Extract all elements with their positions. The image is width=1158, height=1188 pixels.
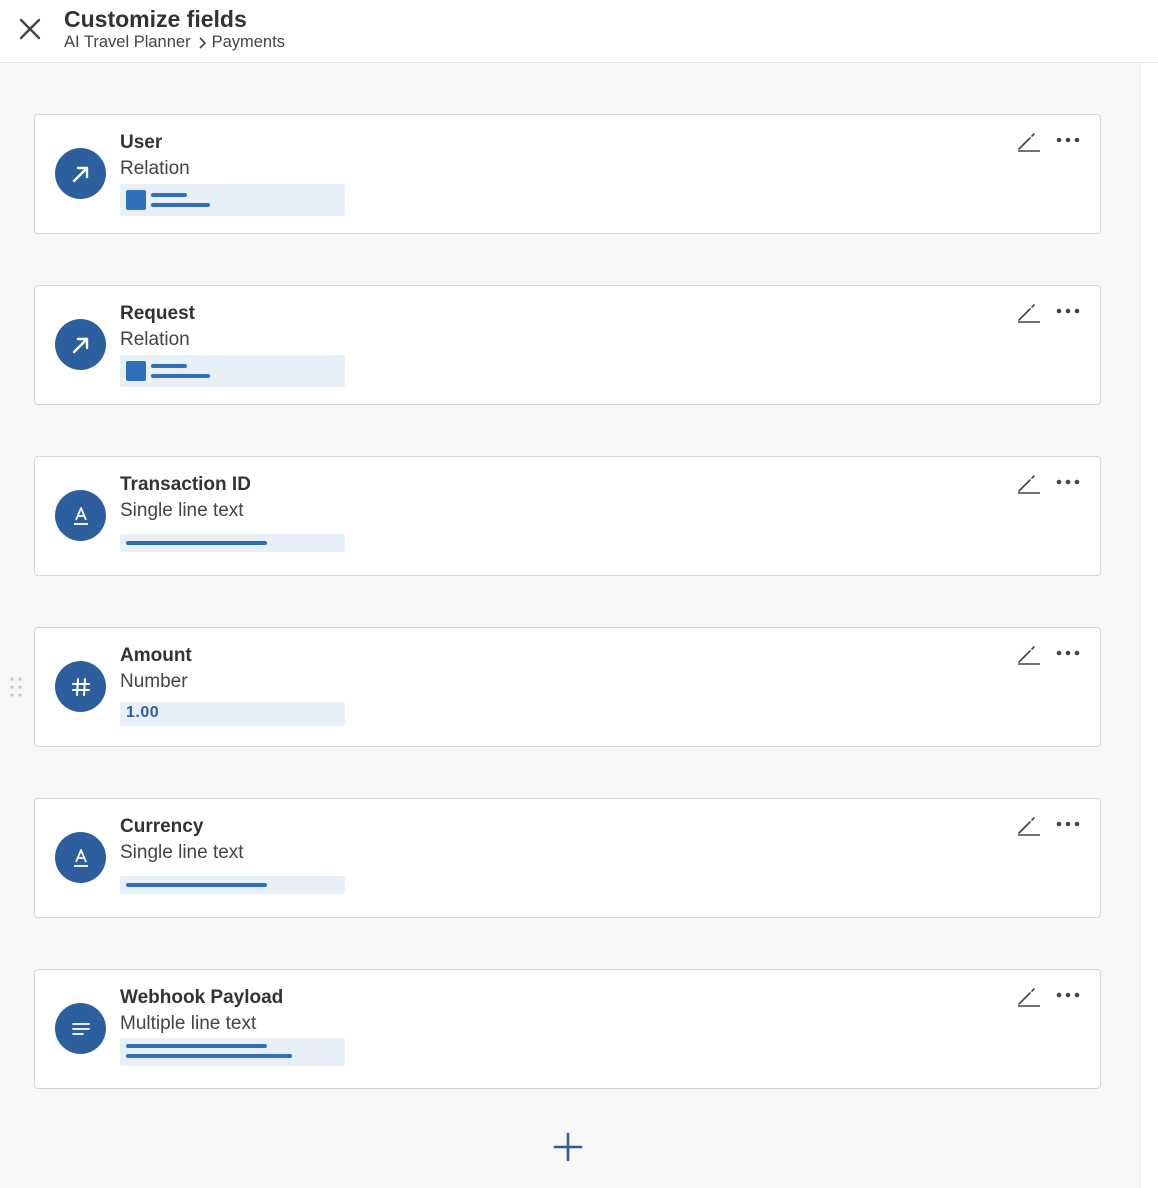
multi-line-type-icon bbox=[55, 1003, 106, 1054]
field-card-currency[interactable]: Currency Single line text bbox=[34, 798, 1101, 918]
pencil-icon bbox=[1018, 133, 1040, 152]
field-card-user[interactable]: User Relation bbox=[34, 114, 1101, 234]
more-options-button[interactable] bbox=[1055, 816, 1081, 832]
edit-field-button[interactable] bbox=[1016, 131, 1042, 153]
field-card-webhook-payload[interactable]: Webhook Payload Multiple line text bbox=[34, 969, 1101, 1089]
single-line-type-icon bbox=[55, 832, 106, 883]
arrow-up-right-icon bbox=[72, 337, 88, 353]
more-options-button[interactable] bbox=[1055, 987, 1081, 1003]
edit-field-button[interactable] bbox=[1016, 473, 1042, 495]
edit-field-button[interactable] bbox=[1016, 302, 1042, 324]
more-options-button[interactable] bbox=[1055, 132, 1081, 148]
field-preview bbox=[120, 355, 345, 387]
field-name: Webhook Payload bbox=[120, 987, 284, 1008]
field-name: User bbox=[120, 132, 163, 153]
field-name: Amount bbox=[120, 645, 192, 666]
text-a-icon bbox=[73, 848, 88, 867]
edit-field-button[interactable] bbox=[1016, 986, 1042, 1008]
pencil-icon bbox=[1018, 304, 1040, 323]
arrow-up-right-icon bbox=[72, 166, 88, 182]
field-preview bbox=[120, 534, 345, 552]
relation-type-icon bbox=[55, 319, 106, 370]
grip-dots-icon bbox=[10, 677, 22, 697]
field-name: Currency bbox=[120, 816, 204, 837]
field-type: Single line text bbox=[120, 842, 244, 863]
pencil-icon bbox=[1018, 646, 1040, 665]
chevron-right-icon bbox=[197, 36, 207, 50]
ellipsis-icon bbox=[1056, 308, 1080, 314]
number-type-icon bbox=[55, 661, 106, 712]
single-line-type-icon bbox=[55, 490, 106, 541]
field-preview bbox=[120, 184, 345, 216]
close-button[interactable] bbox=[14, 13, 46, 45]
edit-field-button[interactable] bbox=[1016, 815, 1042, 837]
page-title: Customize fields bbox=[64, 6, 247, 32]
field-card-transaction-id[interactable]: Transaction ID Single line text bbox=[34, 456, 1101, 576]
header: Customize fields AI Travel Planner Payme… bbox=[0, 0, 1158, 63]
pencil-icon bbox=[1018, 475, 1040, 494]
breadcrumb: AI Travel Planner Payments bbox=[64, 33, 285, 52]
breadcrumb-item-base[interactable]: AI Travel Planner bbox=[64, 33, 191, 52]
ellipsis-icon bbox=[1056, 479, 1080, 485]
pencil-icon bbox=[1018, 988, 1040, 1007]
ellipsis-icon bbox=[1056, 650, 1080, 656]
text-a-icon bbox=[73, 506, 88, 525]
plus-icon bbox=[553, 1132, 583, 1162]
field-type: Number bbox=[120, 671, 188, 692]
ellipsis-icon bbox=[1056, 137, 1080, 143]
close-icon bbox=[19, 18, 41, 40]
drag-handle[interactable] bbox=[9, 675, 23, 699]
edit-field-button[interactable] bbox=[1016, 644, 1042, 666]
hash-icon bbox=[71, 677, 90, 696]
scrollbar-gutter bbox=[1140, 63, 1158, 1188]
field-type: Multiple line text bbox=[120, 1013, 257, 1034]
relation-type-icon bbox=[55, 148, 106, 199]
more-options-button[interactable] bbox=[1055, 303, 1081, 319]
field-preview bbox=[120, 876, 345, 894]
breadcrumb-item-table[interactable]: Payments bbox=[212, 33, 285, 52]
field-card-amount[interactable]: Amount Number 1.00 bbox=[34, 627, 1101, 747]
ellipsis-icon bbox=[1056, 821, 1080, 827]
field-preview bbox=[120, 1038, 345, 1066]
ellipsis-icon bbox=[1056, 992, 1080, 998]
field-type: Relation bbox=[120, 329, 190, 350]
field-type: Single line text bbox=[120, 500, 244, 521]
fields-list-panel: User Relation Request Relation Transacti… bbox=[0, 63, 1140, 1188]
field-name: Request bbox=[120, 303, 195, 324]
add-field-button[interactable] bbox=[552, 1131, 584, 1163]
more-options-button[interactable] bbox=[1055, 474, 1081, 490]
pencil-icon bbox=[1018, 817, 1040, 836]
more-options-button[interactable] bbox=[1055, 645, 1081, 661]
field-name: Transaction ID bbox=[120, 474, 251, 495]
paragraph-lines-icon bbox=[71, 1022, 90, 1035]
field-card-request[interactable]: Request Relation bbox=[34, 285, 1101, 405]
number-preview-value: 1.00 bbox=[126, 704, 160, 721]
field-preview: 1.00 bbox=[120, 702, 345, 726]
field-type: Relation bbox=[120, 158, 190, 179]
